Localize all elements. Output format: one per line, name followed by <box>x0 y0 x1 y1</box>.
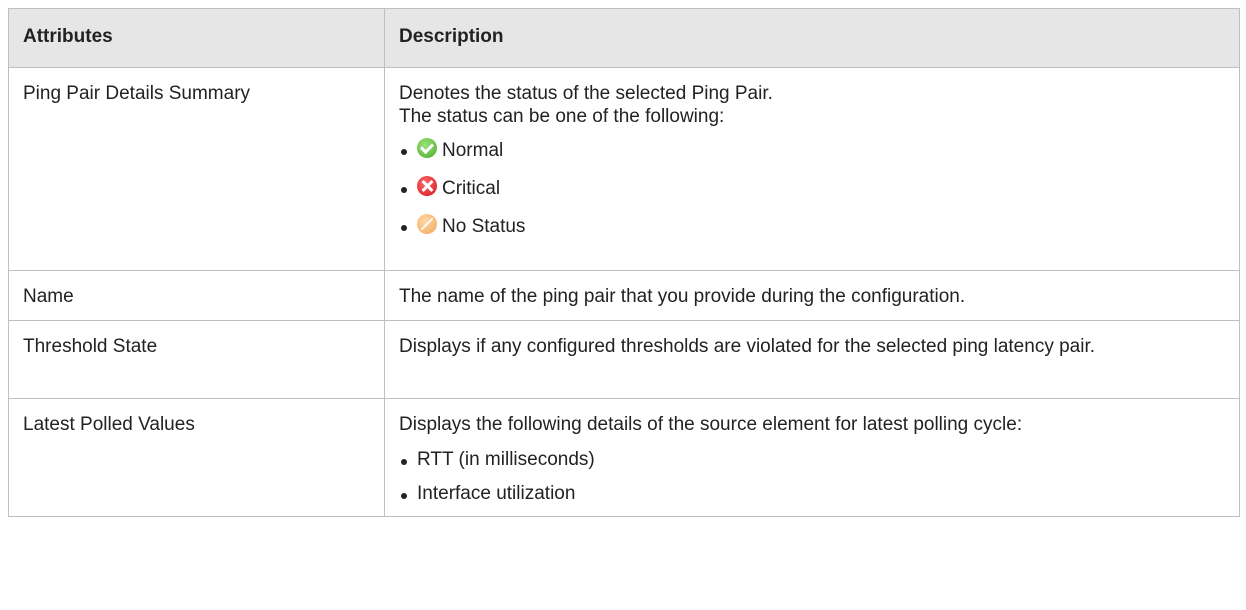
status-list: Normal Critical No Status <box>399 138 1225 238</box>
description-cell: Denotes the status of the selected Ping … <box>384 67 1240 271</box>
table-row: Latest Polled Values Displays the follow… <box>8 398 1240 517</box>
status-label: No Status <box>442 216 526 237</box>
critical-status-icon <box>417 176 437 196</box>
list-item: RTT (in milliseconds) <box>399 448 1225 472</box>
normal-status-icon <box>417 138 437 158</box>
description-cell: Displays the following details of the so… <box>384 398 1240 517</box>
description-cell: Displays if any configured thresholds ar… <box>384 320 1240 399</box>
header-row: Attributes Description <box>8 8 1240 68</box>
list-item: Critical <box>399 176 1225 200</box>
attributes-table: Attributes Description Ping Pair Details… <box>8 8 1240 517</box>
attribute-cell: Name <box>8 270 385 321</box>
header-description: Description <box>384 8 1240 68</box>
no-status-icon <box>417 214 437 234</box>
table-row: Threshold State Displays if any configur… <box>8 320 1240 399</box>
description-cell: The name of the ping pair that you provi… <box>384 270 1240 321</box>
status-label: Normal <box>442 140 504 161</box>
table-row: Ping Pair Details Summary Denotes the st… <box>8 67 1240 271</box>
details-list: RTT (in milliseconds) Interface utilizat… <box>399 448 1225 506</box>
description-text: The status can be one of the following: <box>399 106 725 127</box>
attribute-cell: Threshold State <box>8 320 385 399</box>
attribute-cell: Latest Polled Values <box>8 398 385 517</box>
header-attributes: Attributes <box>8 8 385 68</box>
description-text: Displays the following details of the so… <box>399 414 1023 435</box>
list-item: No Status <box>399 214 1225 238</box>
list-item: Interface utilization <box>399 482 1225 506</box>
attribute-cell: Ping Pair Details Summary <box>8 67 385 271</box>
description-text: Denotes the status of the selected Ping … <box>399 83 773 104</box>
table-row: Name The name of the ping pair that you … <box>8 270 1240 321</box>
status-label: Critical <box>442 178 501 199</box>
list-item: Normal <box>399 138 1225 162</box>
